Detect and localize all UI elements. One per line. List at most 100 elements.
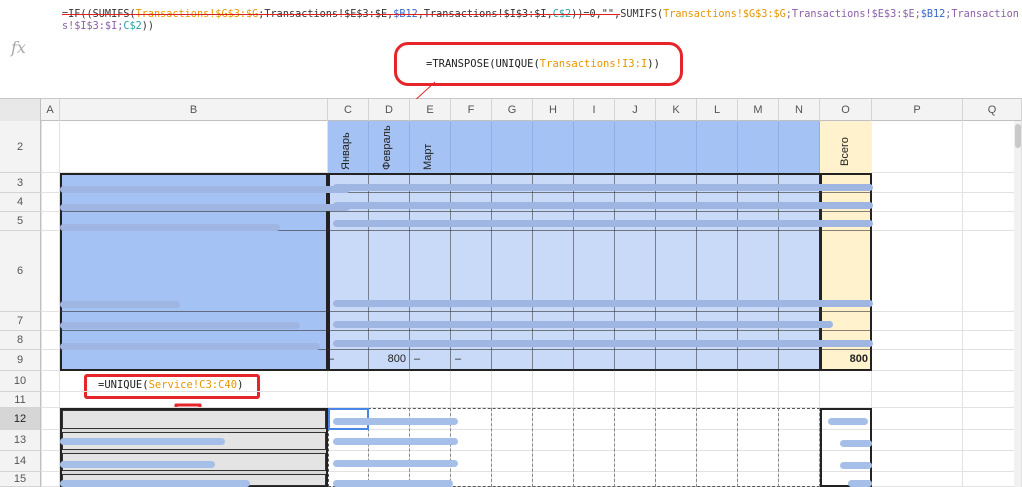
column-header-n[interactable]: N [779, 99, 820, 121]
redacted-bar [333, 184, 873, 191]
column-header-l[interactable]: L [697, 99, 738, 121]
service-vline [573, 408, 574, 487]
row9-e-value: – [414, 353, 421, 365]
header-vline [450, 121, 451, 173]
column-header-a[interactable]: A [41, 99, 60, 121]
row-header-7[interactable]: 7 [0, 312, 41, 331]
column-header-d[interactable]: D [369, 99, 410, 121]
header-vline [778, 121, 779, 173]
header-vline [573, 121, 574, 173]
row-header-13[interactable]: 13 [0, 430, 41, 451]
service-vline [532, 408, 533, 487]
redacted-bar [333, 460, 458, 467]
month-header-band [328, 121, 820, 173]
service-vline [696, 408, 697, 487]
redacted-bar [333, 480, 453, 487]
redacted-bar [60, 438, 225, 445]
row9-c-value: – [328, 353, 335, 365]
header-vline [819, 121, 820, 173]
redacted-bar [60, 343, 320, 350]
redacted-bar [60, 224, 280, 231]
row-header-14[interactable]: 14 [0, 451, 41, 472]
redacted-bar [60, 204, 350, 211]
service-vline [737, 408, 738, 487]
service-row-frame [62, 410, 326, 429]
row9-d-value: 800 [387, 353, 406, 365]
row-header-4[interactable]: 4 [0, 193, 41, 212]
formula-segment: Transactions!$G$3:$G [135, 9, 259, 20]
redacted-bar [848, 480, 872, 487]
row-header-6[interactable]: 6 [0, 231, 41, 312]
month-label-2: Февраль [381, 125, 393, 170]
column-header-c[interactable]: C [328, 99, 369, 121]
category-block [60, 173, 328, 371]
block-hline [60, 311, 872, 312]
row-header-8[interactable]: 8 [0, 331, 41, 350]
month-label-1: Январь [340, 132, 352, 170]
block-hline [60, 330, 872, 331]
redacted-bar [60, 480, 250, 487]
formula-segment: ;Transactions!$E$3:$E; [785, 9, 921, 20]
service-vline [491, 408, 492, 487]
formula-segment: SUMIFS( [620, 9, 664, 20]
column-header-h[interactable]: H [533, 99, 574, 121]
formula-segment: ;Transactions!$E$3:$E, [258, 9, 394, 20]
row-header-12[interactable]: 12 [0, 408, 41, 430]
column-header-m[interactable]: M [738, 99, 779, 121]
redacted-bar [333, 300, 873, 307]
row-header-2[interactable]: 2 [0, 121, 41, 173]
column-header-e[interactable]: E [410, 99, 451, 121]
grid-hline [41, 391, 1014, 392]
column-header-o[interactable]: O [820, 99, 872, 121]
redacted-bar [333, 418, 458, 425]
row-header-11[interactable]: 11 [0, 392, 41, 408]
column-header-p[interactable]: P [872, 99, 963, 121]
redacted-bar [333, 321, 833, 328]
header-vline [696, 121, 697, 173]
formula-text[interactable]: =IF((SUMIFS(Transactions!$G$3:$G;Transac… [62, 9, 1020, 33]
row-header-15[interactable]: 15 [0, 472, 41, 487]
column-header-k[interactable]: K [656, 99, 697, 121]
formula-segment: =IF((SUMIFS( [62, 9, 136, 20]
service-vline [778, 408, 779, 487]
row-header-10[interactable]: 10 [0, 371, 41, 392]
column-headers: ABCDEFGHIJKLMNOPQ [0, 99, 1022, 121]
redacted-bar [840, 462, 872, 469]
column-header-j[interactable]: J [615, 99, 656, 121]
redacted-bar [333, 220, 873, 227]
column-header-f[interactable]: F [451, 99, 492, 121]
header-vline [614, 121, 615, 173]
redacted-bar [840, 440, 872, 447]
service-vline [819, 408, 820, 487]
row9-f-value: – [455, 353, 462, 365]
redacted-bar [828, 418, 868, 425]
redacted-bar [333, 438, 458, 445]
redacted-bar [333, 340, 873, 347]
formula-segment: $B12 [920, 9, 946, 20]
column-header-g[interactable]: G [492, 99, 533, 121]
row-header-5[interactable]: 5 [0, 212, 41, 231]
service-vline [655, 408, 656, 487]
column-header-q[interactable]: Q [963, 99, 1022, 121]
redacted-bar [60, 186, 350, 193]
header-vline [491, 121, 492, 173]
redacted-bar [60, 322, 300, 329]
formula-segment: C$2 [123, 21, 142, 32]
header-vline [409, 121, 410, 173]
row-header-3[interactable]: 3 [0, 173, 41, 193]
select-all-corner[interactable] [0, 99, 41, 121]
row-header-9[interactable]: 9 [0, 350, 41, 371]
column-header-i[interactable]: I [574, 99, 615, 121]
formula-segment: ,Transactions!$I$3:$I, [417, 9, 553, 20]
grid-vline [962, 121, 963, 487]
fx-icon: fx [11, 38, 26, 57]
formula-segment: $B12 [393, 9, 418, 20]
header-vline [737, 121, 738, 173]
unique-formula: =UNIQUE(Service!C3:C40) [98, 379, 244, 391]
redacted-bar [333, 202, 873, 209]
redacted-bar [60, 461, 215, 468]
header-vline [368, 121, 369, 173]
total-label: Всего [839, 137, 851, 166]
redacted-bar [60, 301, 180, 308]
column-header-b[interactable]: B [60, 99, 328, 121]
